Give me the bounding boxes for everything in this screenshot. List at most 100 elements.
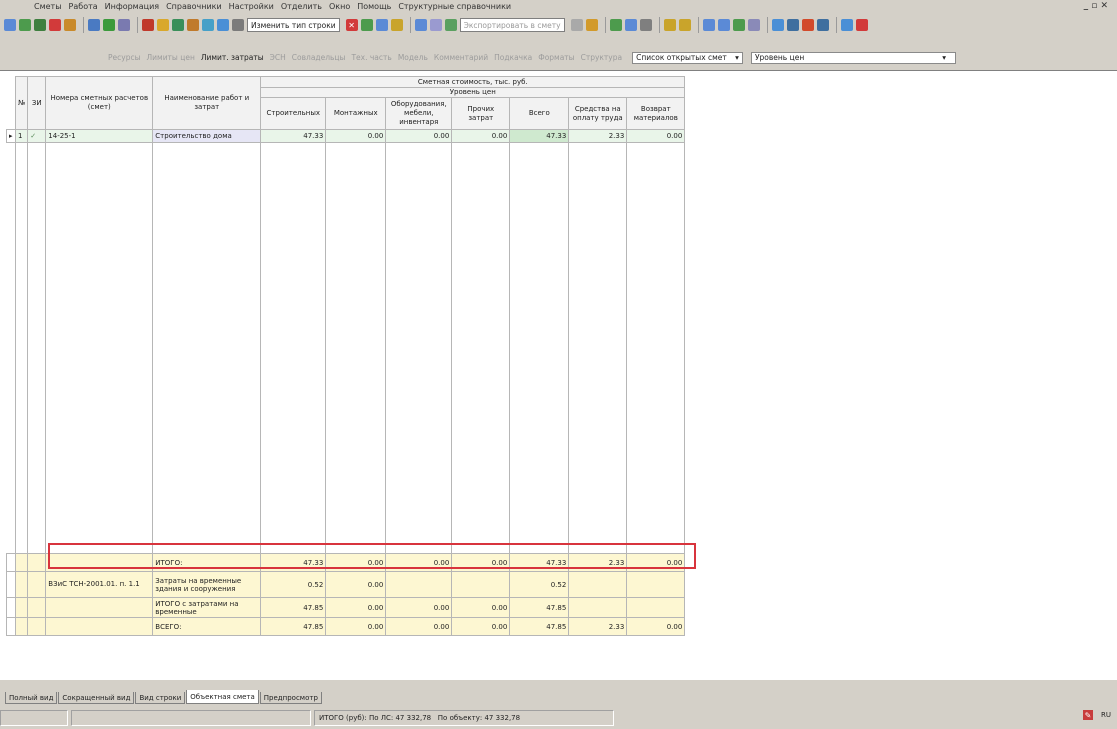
column-header-total[interactable]: Всего <box>509 97 570 130</box>
filter-comment[interactable]: Комментарий <box>434 53 488 62</box>
window-controls-icon[interactable]: _ ▫ ✕ <box>1084 1 1108 11</box>
delete-icon[interactable] <box>49 19 61 31</box>
grand-total-row[interactable]: ВСЕГО: 47.85 0.00 0.00 0.00 47.85 2.33 0… <box>6 617 686 636</box>
menu-item-informatsiya[interactable]: Информация <box>105 2 159 11</box>
cell-name[interactable]: Строительство дома <box>152 129 262 143</box>
column-header-other[interactable]: Прочих затрат <box>451 97 511 130</box>
menu-item-nastroiki[interactable]: Настройки <box>229 2 274 11</box>
arrow-left-icon[interactable] <box>840 19 853 31</box>
search-icon[interactable] <box>771 19 784 31</box>
cell-other[interactable]: 0.00 <box>451 129 511 143</box>
sum-icon[interactable] <box>390 19 403 31</box>
refresh-icon[interactable] <box>103 19 115 31</box>
status-bar: ИТОГО (руб): По ЛС: 47 332,78 По объекту… <box>0 707 1117 729</box>
filter-limit-costs[interactable]: Лимит. затраты <box>201 53 264 62</box>
cell-salary[interactable]: 2.33 <box>568 129 628 143</box>
temporary-buildings-row[interactable]: ВЗиС ТСН-2001.01. п. 1.1 Затраты на врем… <box>6 571 686 598</box>
filter-model[interactable]: Модель <box>398 53 428 62</box>
print-icon[interactable] <box>570 19 583 31</box>
up-arrow-icon[interactable] <box>801 19 814 31</box>
column-header-sr[interactable]: ЗИ <box>27 76 47 130</box>
filter-podkachka[interactable]: Подкачка <box>494 53 532 62</box>
navigation-icon[interactable] <box>702 19 715 31</box>
column-header-estimate[interactable]: Номера сметных расчетов (смет) <box>45 76 154 130</box>
column-header-return[interactable]: Возврат материалов <box>626 97 686 130</box>
filter-coowners[interactable]: Совладельцы <box>292 53 346 62</box>
cell-return[interactable]: 0.00 <box>626 129 686 143</box>
total-with-temporary-row[interactable]: ИТОГО с затратами на временные 47.85 0.0… <box>6 597 686 618</box>
export-to-estimate-button[interactable]: Экспортировать в смету <box>459 18 565 32</box>
cell-construction[interactable]: 47.33 <box>260 129 327 143</box>
zoom-icon[interactable] <box>639 19 652 31</box>
menu-item-struct-spravochniki[interactable]: Структурные справочники <box>398 2 511 11</box>
column-header-name[interactable]: Наименование работ и затрат <box>152 76 262 130</box>
group-icon[interactable] <box>187 19 199 31</box>
undo-icon[interactable] <box>118 19 130 31</box>
table-icon[interactable] <box>34 19 46 31</box>
filter-price-limits[interactable]: Лимиты цен <box>147 53 195 62</box>
edit-icon[interactable] <box>64 19 76 31</box>
menu-item-okno[interactable]: Окно <box>329 2 350 11</box>
chart-icon[interactable] <box>444 19 457 31</box>
columns-icon[interactable] <box>609 19 622 31</box>
column-header-mounting[interactable]: Монтажных <box>325 97 387 130</box>
filter-structure[interactable]: Структура <box>581 53 623 62</box>
grid-view-icon[interactable] <box>429 19 442 31</box>
export-icon[interactable] <box>585 19 598 31</box>
settings-icon[interactable] <box>232 19 244 31</box>
bookmark-icon[interactable] <box>678 19 691 31</box>
price-level-select[interactable]: Уровень цен ▾ <box>750 51 956 64</box>
folder-icon[interactable] <box>157 19 169 31</box>
menu-item-rabota[interactable]: Работа <box>69 2 98 11</box>
filter-tech-part[interactable]: Тех. часть <box>351 53 391 62</box>
cell-total[interactable]: 47.33 <box>509 129 570 143</box>
language-indicator[interactable]: RU <box>1101 711 1111 719</box>
column-header-equipment[interactable]: Оборудования, мебели, инвентаря <box>385 97 453 130</box>
menu-item-pomosch[interactable]: Помощь <box>357 2 391 11</box>
arrow-right-icon[interactable] <box>855 19 868 31</box>
back-icon[interactable] <box>142 19 154 31</box>
tab-row-view[interactable]: Вид строки <box>135 692 186 704</box>
calc-icon[interactable] <box>202 19 214 31</box>
menu-item-spravochniki[interactable]: Справочники <box>166 2 222 11</box>
structure-icon[interactable] <box>360 19 373 31</box>
cell-mounting[interactable]: 0.00 <box>325 129 387 143</box>
column-header-num[interactable]: № <box>14 76 29 130</box>
cancel-icon[interactable]: ✕ <box>345 19 358 31</box>
menu-item-otdelit[interactable]: Отделить <box>281 2 322 11</box>
tree-icon[interactable] <box>217 19 229 31</box>
column-group-cost: Сметная стоимость, тыс. руб. <box>260 76 686 88</box>
tab-object-estimate[interactable]: Объектная смета <box>186 690 259 704</box>
navigation-next-icon[interactable] <box>717 19 730 31</box>
filter-esn[interactable]: ЭСН <box>270 53 286 62</box>
report-icon[interactable] <box>747 19 760 31</box>
table-row[interactable]: ▸ 1 ✓ 14-25-1 Строительство дома 47.33 0… <box>6 129 686 143</box>
list-icon[interactable] <box>414 19 427 31</box>
cell-num[interactable]: 1 <box>14 129 29 143</box>
flag-icon[interactable] <box>663 19 676 31</box>
filter-formats[interactable]: Форматы <box>538 53 574 62</box>
calculator-icon[interactable] <box>732 19 745 31</box>
totals-row[interactable]: ИТОГО: 47.33 0.00 0.00 0.00 47.33 2.33 0… <box>6 553 686 572</box>
cell-equipment[interactable]: 0.00 <box>385 129 453 143</box>
filter-icon[interactable] <box>624 19 637 31</box>
filter-resources[interactable]: Ресурсы <box>108 53 141 62</box>
find-next-icon[interactable] <box>816 19 829 31</box>
binoculars-icon[interactable] <box>786 19 799 31</box>
copy-icon[interactable] <box>88 19 100 31</box>
tab-short-view[interactable]: Сокращенный вид <box>58 692 135 704</box>
tab-preview[interactable]: Предпросмотр <box>259 692 322 704</box>
tab-full-view[interactable]: Полный вид <box>5 692 58 704</box>
pin-icon[interactable]: ✎ <box>1083 710 1093 720</box>
add-row-icon[interactable] <box>172 19 184 31</box>
column-header-construction[interactable]: Строительных <box>260 97 327 130</box>
column-header-salary[interactable]: Средства на оплату труда <box>568 97 628 130</box>
sort-icon[interactable] <box>375 19 388 31</box>
change-row-type-button[interactable]: Изменить тип строки <box>247 18 340 32</box>
cell-estimate-number[interactable]: 14-25-1 <box>45 129 154 143</box>
new-estimate-icon[interactable] <box>4 19 16 31</box>
row-pointer-icon: ▸ <box>6 129 16 143</box>
menu-item-smety[interactable]: Сметы <box>34 2 62 11</box>
open-icon[interactable] <box>19 19 31 31</box>
open-estimates-select[interactable]: Список открытых смет ▾ <box>632 51 743 64</box>
